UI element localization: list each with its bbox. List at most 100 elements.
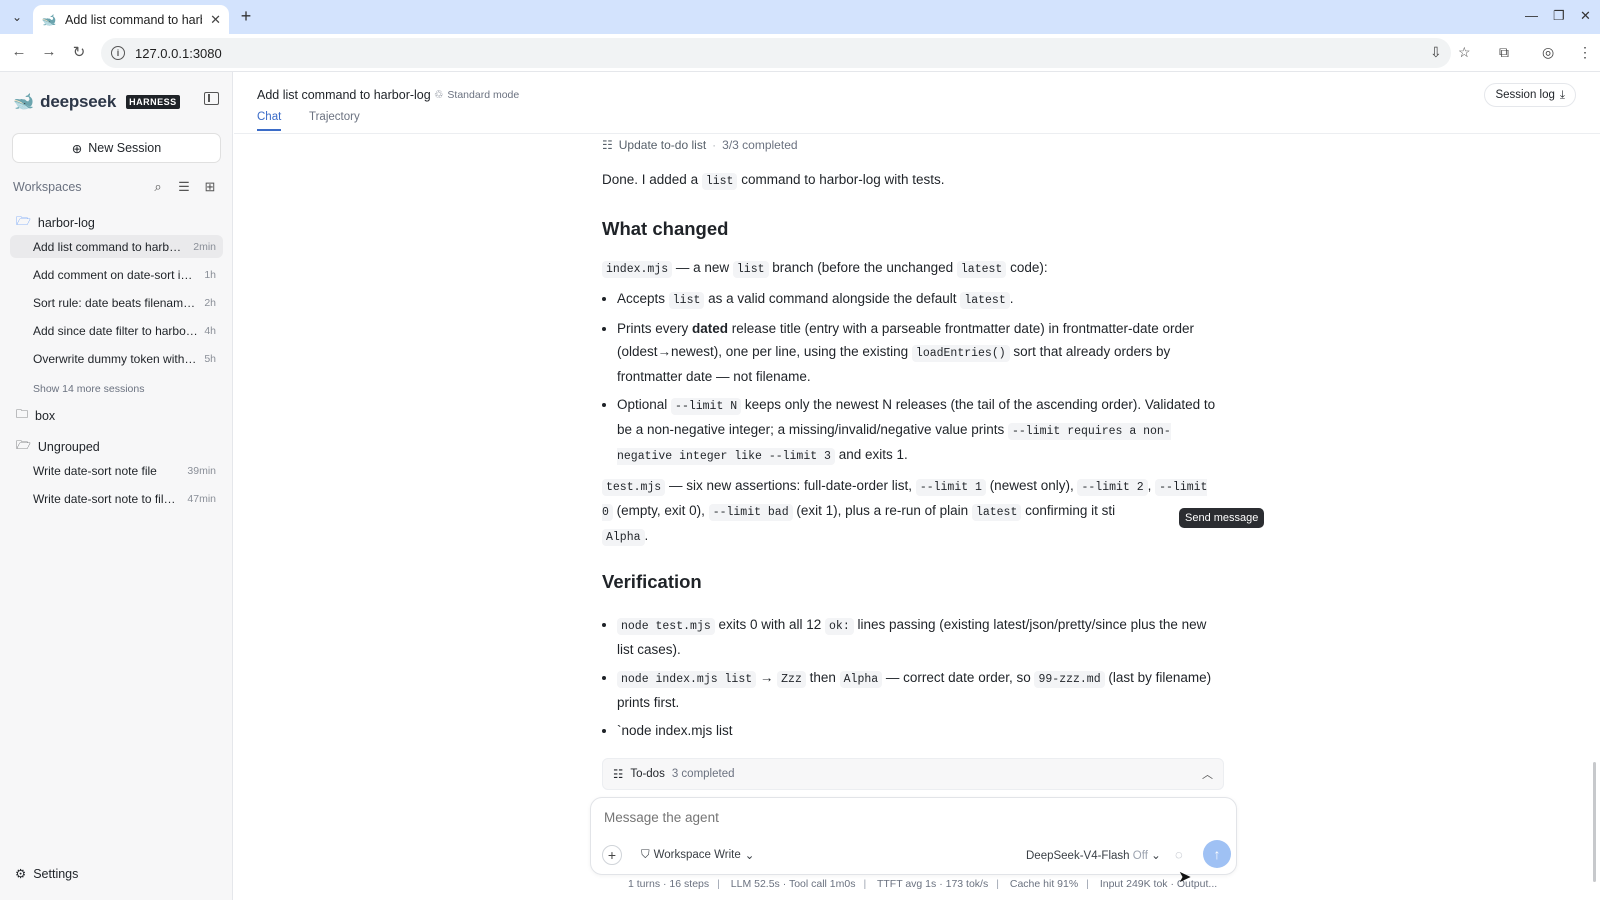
workspace-folder-harbor-log[interactable]: 🗁 harbor-log xyxy=(16,212,95,233)
inline-code: --limit 1 xyxy=(915,479,986,496)
chevron-down-icon: ⌄ xyxy=(744,850,755,862)
todos-count: 3 completed xyxy=(671,768,735,780)
inline-code: node test.mjs xyxy=(617,618,715,635)
text: — a new xyxy=(672,260,733,275)
list-item: `node index.mjs list xyxy=(617,719,1222,742)
inline-code: --limit bad xyxy=(708,504,793,521)
checklist-icon: ☷ xyxy=(602,138,613,152)
stat-llm: LLM 52.5s · Tool call 1m0s xyxy=(730,878,856,890)
session-time: 2h xyxy=(204,296,216,309)
separator-dot: · xyxy=(712,138,717,152)
inline-code: ok: xyxy=(825,618,854,635)
workspace-folder-box[interactable]: 🗀 box xyxy=(16,405,55,426)
filter-icon[interactable]: ☰ xyxy=(171,179,197,195)
text: `node index.mjs list xyxy=(617,723,733,738)
mode-label: Standard mode xyxy=(447,89,520,101)
browser-tab[interactable]: 🐋 Add list command to harb ✕ xyxy=(33,5,229,34)
browser-tabstrip: ⌄ 🐋 Add list command to harb ✕ + — ❐ ✕ xyxy=(0,0,1600,34)
inline-code: loadEntries() xyxy=(911,345,1010,362)
todo-update-label: Update to-do list xyxy=(618,138,707,152)
list-item: Optional --limit N keeps only the newest… xyxy=(617,393,1217,468)
settings-label: Settings xyxy=(33,866,79,881)
address-bar[interactable]: i 127.0.0.1:3080 xyxy=(101,38,1451,68)
whale-icon: 🐋 xyxy=(13,92,35,111)
workspaces-label: Workspaces xyxy=(13,180,82,194)
send-button[interactable]: ↑ xyxy=(1203,840,1231,868)
model-name: DeepSeek-V4-Flash xyxy=(1026,850,1130,862)
restore-icon[interactable]: ❐ xyxy=(1553,8,1565,24)
text: as a valid command alongside the default xyxy=(704,291,961,306)
inline-code: Alpha xyxy=(602,529,645,546)
new-tab-icon[interactable]: + xyxy=(236,6,256,27)
inline-code: --limit N xyxy=(671,398,742,415)
workspace-mode-dropdown[interactable]: ⛉ Workspace Write ⌄ xyxy=(641,848,755,863)
session-item[interactable]: Write date-sort note file 39min xyxy=(10,459,223,482)
minimize-icon[interactable]: — xyxy=(1525,8,1538,23)
session-log-button[interactable]: Session log ⤓ xyxy=(1484,83,1576,107)
search-icon[interactable]: ⌕ xyxy=(145,179,171,195)
install-app-icon[interactable]: ⇩ xyxy=(1430,44,1442,61)
text: , xyxy=(1147,478,1156,493)
site-info-icon[interactable]: i xyxy=(111,46,125,60)
folder-name: Ungrouped xyxy=(37,439,100,454)
text: Accepts xyxy=(617,291,669,306)
text: command to harbor-log with tests. xyxy=(737,172,945,187)
inline-code: list xyxy=(732,261,769,278)
message-input[interactable] xyxy=(604,810,1204,825)
session-time: 39min xyxy=(187,464,216,477)
back-icon[interactable]: ← xyxy=(9,43,29,60)
tab-chat[interactable]: Chat xyxy=(257,111,282,131)
inline-code: list xyxy=(668,292,705,309)
session-item[interactable]: Add comment on date-sort in index.mjs 1h xyxy=(10,263,223,286)
text: — six new assertions: full-date-order li… xyxy=(665,478,916,493)
brand-logo: 🐋 deepseek HARNESS xyxy=(13,92,180,112)
close-window-icon[interactable]: ✕ xyxy=(1580,8,1591,24)
mode-indicator[interactable]: ♲ Standard mode xyxy=(434,89,519,101)
inline-code: 99-zzz.md xyxy=(1034,671,1105,688)
browser-menu-icon[interactable]: ⋮ xyxy=(1578,44,1592,61)
settings-button[interactable]: ⚙ Settings xyxy=(15,866,79,882)
tab-trajectory[interactable]: Trajectory xyxy=(309,111,360,129)
new-folder-icon[interactable]: ⊞ xyxy=(197,179,223,195)
model-state: Off xyxy=(1132,850,1148,862)
session-item[interactable]: Sort rule: date beats filename order 2h xyxy=(10,291,223,314)
chevron-up-icon[interactable]: ︿ xyxy=(1202,766,1213,782)
text: . xyxy=(1009,291,1014,306)
scrollbar[interactable] xyxy=(1593,762,1596,882)
mode-icon: ♲ xyxy=(434,89,444,101)
bold-text: dated xyxy=(692,321,729,336)
workspace-folder-ungrouped[interactable]: 🗁 Ungrouped xyxy=(16,436,100,457)
session-item[interactable]: Overwrite dummy token with real one 5h xyxy=(10,347,223,370)
text: and exits 1. xyxy=(834,447,908,462)
session-title: Write date-sort note file xyxy=(33,463,157,478)
text: Prints every xyxy=(617,321,693,336)
sidebar-collapse-icon[interactable] xyxy=(204,92,219,105)
model-selector[interactable]: DeepSeek-V4-Flash Off ⌄ xyxy=(1026,848,1161,862)
extensions-icon[interactable]: ⧉ xyxy=(1499,44,1509,61)
todos-panel-toggle[interactable]: ☷ To-dos 3 completed ︿ xyxy=(602,758,1224,790)
brand-badge: HARNESS xyxy=(126,95,180,109)
session-item[interactable]: Write date-sort note to file in repo 47m… xyxy=(10,487,223,510)
todos-label: To-dos xyxy=(630,768,665,780)
list-item: node test.mjs exits 0 with all 12 ok: li… xyxy=(617,613,1222,661)
tab-search-icon[interactable]: ⌄ xyxy=(6,7,28,27)
brand-name: deepseek xyxy=(40,92,117,111)
session-item[interactable]: Add since date filter to harbor-log 4h xyxy=(10,319,223,342)
session-title: Add list command to harbor-log xyxy=(33,239,188,254)
bookmark-star-icon[interactable]: ☆ xyxy=(1458,44,1471,61)
attach-plus-button[interactable]: + xyxy=(602,845,622,865)
new-session-button[interactable]: ⊕ New Session xyxy=(12,133,221,163)
text: → xyxy=(756,670,778,685)
session-item[interactable]: Add list command to harbor-log 2min xyxy=(10,235,223,258)
forward-icon[interactable]: → xyxy=(39,43,59,60)
show-more-sessions-link[interactable]: Show 14 more sessions xyxy=(33,383,144,395)
profile-icon[interactable]: ◎ xyxy=(1542,44,1554,61)
reload-icon[interactable]: ↻ xyxy=(69,43,89,61)
text: exits 0 with all 12 xyxy=(714,617,826,632)
todo-update-line[interactable]: ☷ Update to-do list · 3/3 completed xyxy=(602,138,798,152)
session-time: 2min xyxy=(193,240,216,253)
folder-open-icon: 🗁 xyxy=(16,438,31,452)
folder-icon: 🗀 xyxy=(16,407,29,421)
close-tab-icon[interactable]: ✕ xyxy=(210,12,221,28)
text: (newest only), xyxy=(985,478,1078,493)
